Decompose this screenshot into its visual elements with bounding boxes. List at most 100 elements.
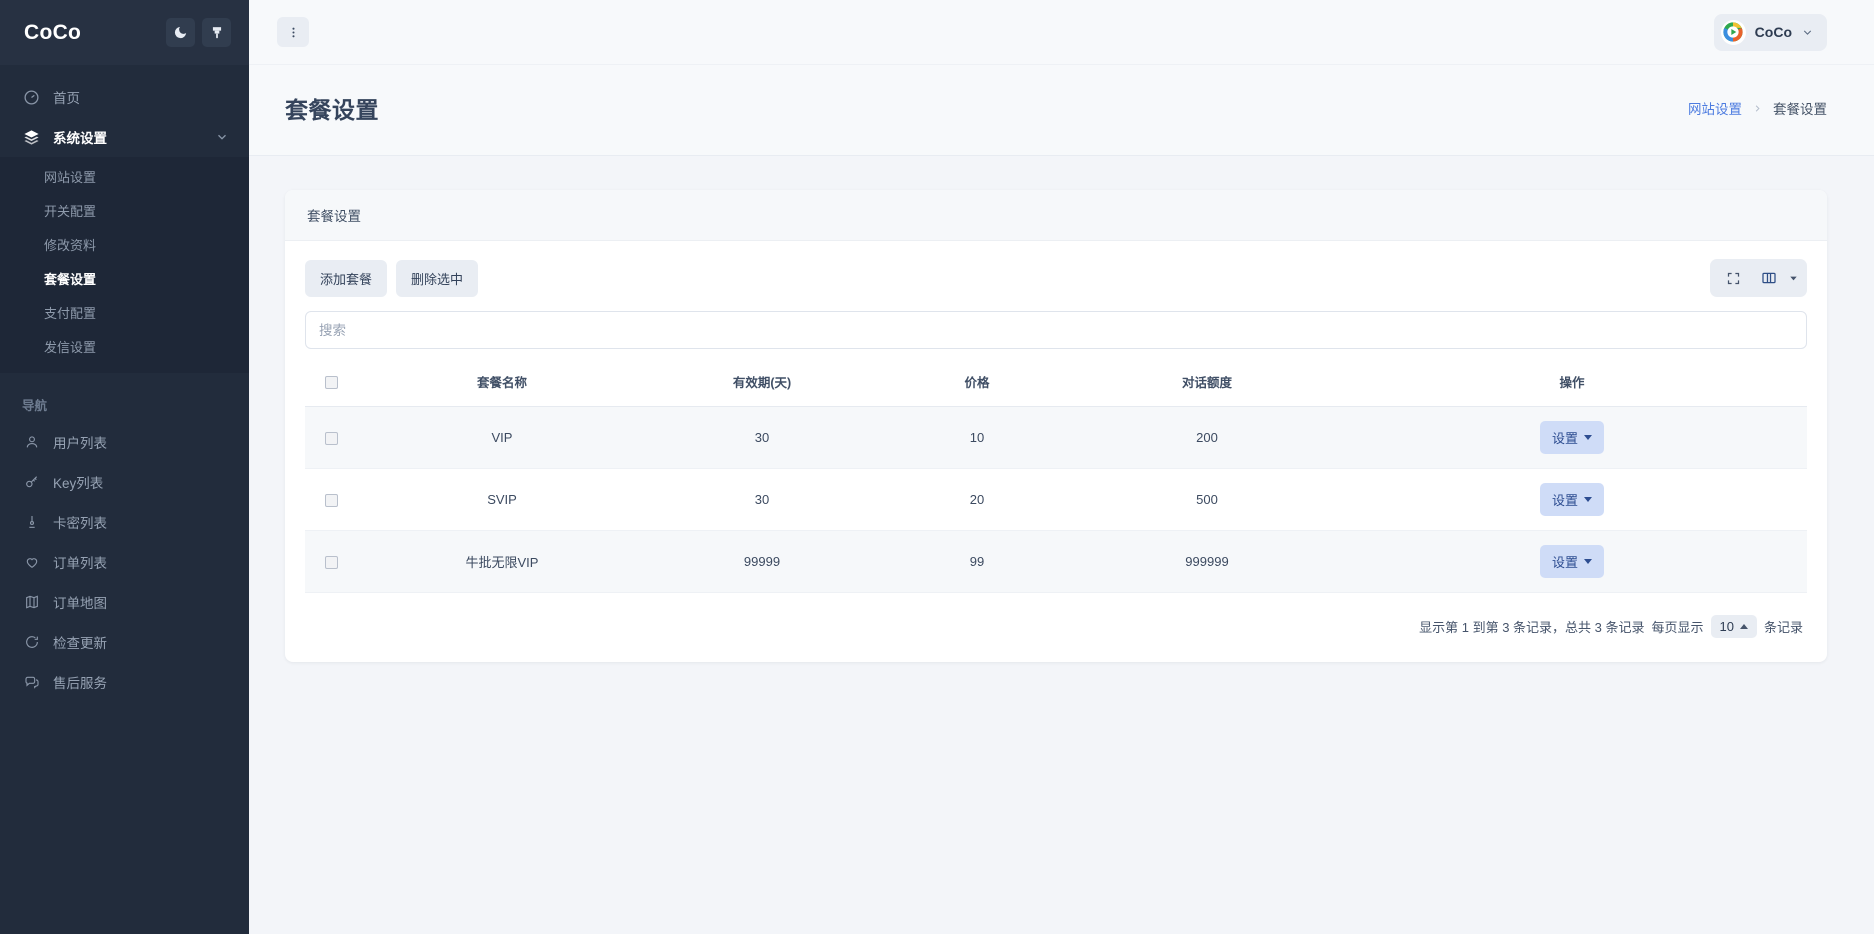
sidebar-item-system-settings[interactable]: 系统设置 <box>0 117 249 157</box>
per-page-select[interactable]: 10 <box>1711 615 1757 638</box>
theme-brush-button[interactable] <box>202 18 231 47</box>
pagination: 显示第 1 到第 3 条记录，总共 3 条记录 每页显示 10 条记录 <box>305 593 1807 640</box>
sidebar-subitem-switch[interactable]: 开关配置 <box>0 195 249 229</box>
sidebar: CoCo 首页 <box>0 0 249 934</box>
row-settings-label: 设置 <box>1552 490 1578 509</box>
card-key-icon <box>22 513 41 532</box>
sidebar-item-order-list[interactable]: 订单列表 <box>0 542 249 582</box>
table-tools <box>1710 259 1807 297</box>
refresh-icon <box>22 633 41 652</box>
user-menu[interactable]: CoCo <box>1714 14 1827 51</box>
chevron-down-icon <box>1801 26 1814 39</box>
sidebar-item-home[interactable]: 首页 <box>0 77 249 117</box>
play-logo-avatar <box>1721 20 1746 45</box>
row-select-cell <box>305 531 357 593</box>
row-settings-button[interactable]: 设置 <box>1540 421 1604 454</box>
cell-action: 设置 <box>1337 531 1807 593</box>
sidebar-item-label: 首页 <box>53 87 80 107</box>
sidebar-item-user-list[interactable]: 用户列表 <box>0 422 249 462</box>
row-select-cell <box>305 407 357 469</box>
breadcrumb: 网站设置 套餐设置 <box>1688 98 1827 118</box>
fullscreen-icon[interactable] <box>1718 265 1748 291</box>
delete-selected-button[interactable]: 删除选中 <box>396 260 478 297</box>
key-icon <box>22 473 41 492</box>
sidebar-item-order-map[interactable]: 订单地图 <box>0 582 249 622</box>
packages-table: 套餐名称 有效期(天) 价格 对话额度 操作 <box>305 355 1807 593</box>
sidebar-item-key-list[interactable]: Key列表 <box>0 462 249 502</box>
brand-logo: CoCo <box>24 21 159 45</box>
table-head: 套餐名称 有效期(天) 价格 对话额度 操作 <box>305 355 1807 407</box>
chevron-down-icon <box>215 130 229 144</box>
row-select-cell <box>305 469 357 531</box>
sidebar-subitem-package[interactable]: 套餐设置 <box>0 263 249 297</box>
row-settings-label: 设置 <box>1552 428 1578 447</box>
cell-days: 30 <box>647 407 877 469</box>
row-settings-button[interactable]: 设置 <box>1540 545 1604 578</box>
add-package-button[interactable]: 添加套餐 <box>305 260 387 297</box>
cell-quota: 200 <box>1077 407 1337 469</box>
paintbrush-icon <box>210 26 224 40</box>
row-checkbox[interactable] <box>325 556 338 569</box>
sidebar-item-label: 售后服务 <box>53 672 107 692</box>
cell-quota: 500 <box>1077 469 1337 531</box>
dark-mode-toggle[interactable] <box>166 18 195 47</box>
cell-quota: 999999 <box>1077 531 1337 593</box>
app-root: CoCo 首页 <box>0 0 1874 934</box>
sidebar-subitem-website[interactable]: 网站设置 <box>0 161 249 195</box>
cell-action: 设置 <box>1337 407 1807 469</box>
search-input[interactable] <box>305 311 1807 349</box>
select-all-checkbox[interactable] <box>325 376 338 389</box>
sidebar-item-card-key-list[interactable]: 卡密列表 <box>0 502 249 542</box>
cell-package-name: 牛批无限VIP <box>357 531 647 593</box>
records-suffix: 条记录 <box>1764 617 1803 636</box>
sidebar-item-check-update[interactable]: 检查更新 <box>0 622 249 662</box>
row-checkbox[interactable] <box>325 494 338 507</box>
more-vertical-button[interactable] <box>277 17 309 47</box>
column-header-days[interactable]: 有效期(天) <box>647 355 877 407</box>
table-header-row: 套餐名称 有效期(天) 价格 对话额度 操作 <box>305 355 1807 407</box>
user-icon <box>22 433 41 452</box>
chevron-right-icon <box>1752 103 1763 114</box>
sidebar-submenu: 网站设置 开关配置 修改资料 套餐设置 支付配置 发信设置 <box>0 157 249 373</box>
sidebar-section-label: 导航 <box>0 373 249 422</box>
more-vertical-icon <box>287 26 300 39</box>
cell-days: 99999 <box>647 531 877 593</box>
cell-days: 30 <box>647 469 877 531</box>
chevron-down-icon[interactable] <box>1788 273 1799 284</box>
heart-icon <box>22 553 41 572</box>
sidebar-item-label: 检查更新 <box>53 632 107 652</box>
main-area: CoCo 套餐设置 网站设置 套餐设置 套餐设置 添加套餐 <box>249 0 1874 934</box>
sidebar-subitem-profile[interactable]: 修改资料 <box>0 229 249 263</box>
map-icon <box>22 593 41 612</box>
breadcrumb-current: 套餐设置 <box>1773 98 1827 118</box>
sidebar-subitem-payment[interactable]: 支付配置 <box>0 297 249 331</box>
column-header-quota[interactable]: 对话额度 <box>1077 355 1337 407</box>
cell-price: 10 <box>877 407 1077 469</box>
column-header-price[interactable]: 价格 <box>877 355 1077 407</box>
search-container <box>305 311 1807 349</box>
card-body: 添加套餐 删除选中 <box>285 241 1827 662</box>
column-header-name[interactable]: 套餐名称 <box>357 355 647 407</box>
columns-icon[interactable] <box>1754 265 1784 291</box>
cell-price: 99 <box>877 531 1077 593</box>
breadcrumb-parent-link[interactable]: 网站设置 <box>1688 98 1742 118</box>
content-area: 套餐设置 添加套餐 删除选中 <box>249 156 1874 934</box>
sidebar-item-label: 卡密列表 <box>53 512 107 532</box>
sidebar-item-label: 系统设置 <box>53 127 107 147</box>
per-page-label: 每页显示 <box>1652 617 1704 636</box>
card-header-title: 套餐设置 <box>285 190 1827 241</box>
user-name: CoCo <box>1755 24 1792 40</box>
table-row: VIP 30 10 200 设置 <box>305 407 1807 469</box>
sidebar-subitem-mail[interactable]: 发信设置 <box>0 331 249 365</box>
row-settings-button[interactable]: 设置 <box>1540 483 1604 516</box>
package-settings-card: 套餐设置 添加套餐 删除选中 <box>285 190 1827 662</box>
table-toolbar: 添加套餐 删除选中 <box>305 259 1807 297</box>
cell-price: 20 <box>877 469 1077 531</box>
moon-icon <box>173 25 188 40</box>
sidebar-item-label: 用户列表 <box>53 432 107 452</box>
caret-up-icon <box>1740 624 1748 629</box>
caret-down-icon <box>1584 435 1592 440</box>
chat-icon <box>22 673 41 692</box>
sidebar-item-support[interactable]: 售后服务 <box>0 662 249 702</box>
row-checkbox[interactable] <box>325 432 338 445</box>
